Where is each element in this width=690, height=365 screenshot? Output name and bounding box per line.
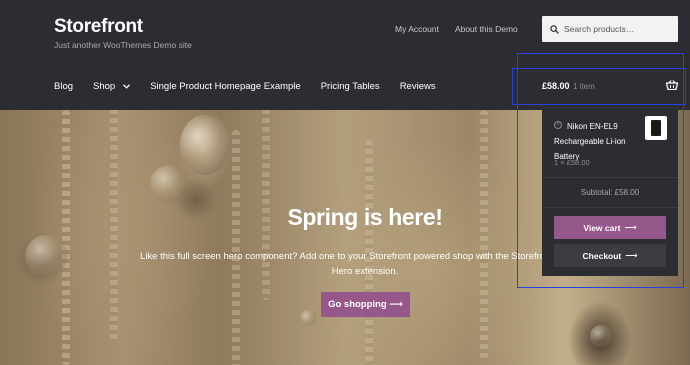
nav-item-single-product[interactable]: Single Product Homepage Example bbox=[150, 81, 301, 92]
primary-nav: Blog Shop Single Product Homepage Exampl… bbox=[54, 81, 456, 92]
view-cart-button[interactable]: View cart ⟶ bbox=[554, 216, 666, 239]
basket-icon bbox=[666, 80, 678, 90]
cart-amount: £58.00 bbox=[542, 81, 570, 91]
site-title[interactable]: Storefront bbox=[54, 16, 143, 38]
site-tagline: Just another WooThemes Demo site bbox=[54, 40, 192, 50]
hero-bg-streak bbox=[480, 110, 488, 360]
product-thumbnail[interactable] bbox=[645, 116, 667, 140]
checkout-button[interactable]: Checkout ⟶ bbox=[554, 244, 666, 267]
nav-item-reviews[interactable]: Reviews bbox=[400, 81, 436, 92]
secondary-nav: My Account About this Demo bbox=[395, 24, 518, 34]
divider bbox=[542, 177, 678, 178]
search-box bbox=[542, 16, 678, 42]
hero-bg-bubble bbox=[180, 115, 230, 175]
nav-link-about-demo[interactable]: About this Demo bbox=[455, 24, 518, 34]
chevron-down-icon bbox=[123, 84, 131, 89]
nav-item-pricing-tables[interactable]: Pricing Tables bbox=[321, 81, 380, 92]
nav-link-my-account[interactable]: My Account bbox=[395, 24, 439, 34]
hero-text: Like this full screen hero component? Ad… bbox=[140, 251, 590, 277]
hero-bg-streak bbox=[232, 130, 240, 365]
divider bbox=[542, 207, 678, 208]
header-cart[interactable]: £58.00 1 item bbox=[518, 68, 686, 104]
nav-item-shop[interactable]: Shop bbox=[93, 81, 131, 92]
hero-bg-bubble bbox=[300, 310, 316, 326]
arrow-right-icon: ⟶ bbox=[624, 222, 637, 232]
cart-count: 1 item bbox=[573, 82, 595, 91]
mini-cart-subtotal: Subtotal: £58.00 bbox=[580, 188, 640, 197]
hero-bg-streak bbox=[62, 110, 70, 365]
mini-cart-dropdown: × Nikon EN-EL9 Rechargeable Li-ion Batte… bbox=[542, 110, 678, 276]
hero-bg-bubble bbox=[25, 235, 67, 277]
mini-cart-item-qty: 1 × £58.00 bbox=[554, 158, 590, 167]
hero-bg-bubble bbox=[150, 165, 188, 203]
go-shopping-button[interactable]: Go shopping ⟶ bbox=[321, 292, 410, 317]
site-header: Storefront Just another WooThemes Demo s… bbox=[0, 0, 690, 110]
arrow-right-icon: ⟶ bbox=[625, 250, 638, 260]
search-icon bbox=[550, 24, 559, 34]
hero-bg-bubble bbox=[590, 325, 612, 347]
nav-item-blog[interactable]: Blog bbox=[54, 81, 73, 92]
search-input[interactable] bbox=[564, 24, 674, 34]
